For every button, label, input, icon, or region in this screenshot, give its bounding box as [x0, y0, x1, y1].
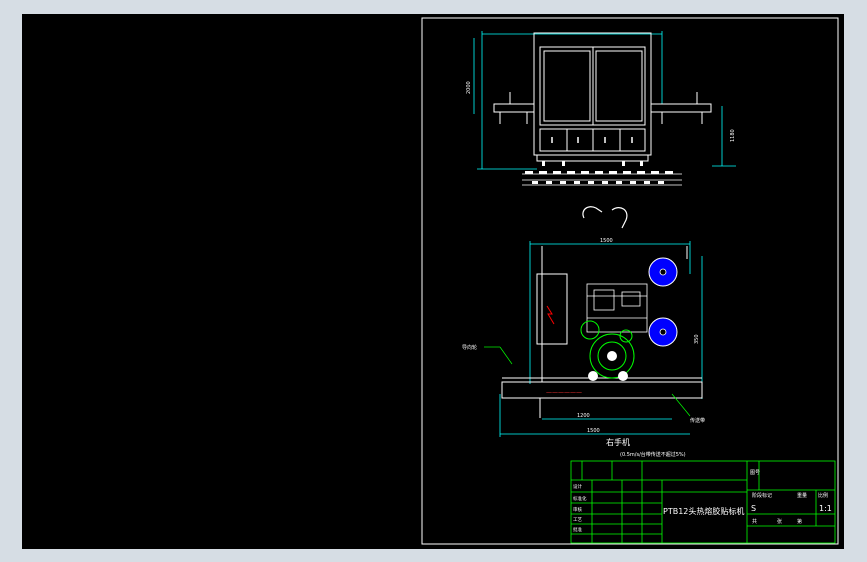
title-block: PTB12头热熔胶贴标机 1:1 S 图号 阶段标记 重量 比例 共 张 第 设…: [570, 460, 836, 544]
row-process: 工艺: [573, 517, 582, 523]
side-view-note: (0.5m/s/台带传送不超过5%): [620, 451, 686, 458]
left-callout: 导向轮: [462, 344, 477, 351]
scale-value: 1:1: [819, 504, 832, 513]
dim-vertical: 350: [694, 334, 700, 344]
dim-bottom-outer: 1500: [587, 428, 600, 434]
sheets-label: 共: [752, 518, 757, 525]
row-design: 设计: [573, 483, 582, 490]
cad-canvas[interactable]: 2000 1180 1500 —————— 导向轮 传送带 1200 1500 …: [22, 14, 844, 549]
stage-label: 阶段标记: [752, 492, 772, 499]
side-view: 1500 —————— 导向轮 传送带 1200 1500 350 右手机 (0…: [462, 206, 705, 458]
row-approve: 批准: [573, 526, 582, 533]
sheet-mark: S: [751, 504, 756, 513]
svg-text:——————: ——————: [546, 389, 582, 396]
drawing-title: PTB12头热熔胶贴标机: [663, 506, 744, 516]
right-callout: 传送带: [690, 417, 705, 424]
row-standard: 标准化: [573, 495, 587, 502]
svg-text:1180: 1180: [730, 129, 736, 142]
row-review: 审核: [573, 506, 582, 513]
sheet-border: [421, 17, 839, 545]
dim-bottom-inner: 1200: [577, 413, 590, 419]
ratio-label: 比例: [818, 492, 828, 499]
sheets-unit: 张: [777, 518, 782, 525]
weight-label: 重量: [797, 492, 807, 499]
cad-drawing[interactable]: 2000 1180 1500 —————— 导向轮 传送带 1200 1500 …: [22, 14, 844, 549]
svg-text:2000: 2000: [466, 81, 472, 94]
drawing-no-label: 图号: [750, 470, 760, 476]
page-label: 第: [797, 518, 802, 525]
side-view-caption: 右手机: [606, 437, 630, 447]
front-view: 2000 1180: [466, 31, 736, 186]
svg-text:1500: 1500: [600, 238, 613, 244]
